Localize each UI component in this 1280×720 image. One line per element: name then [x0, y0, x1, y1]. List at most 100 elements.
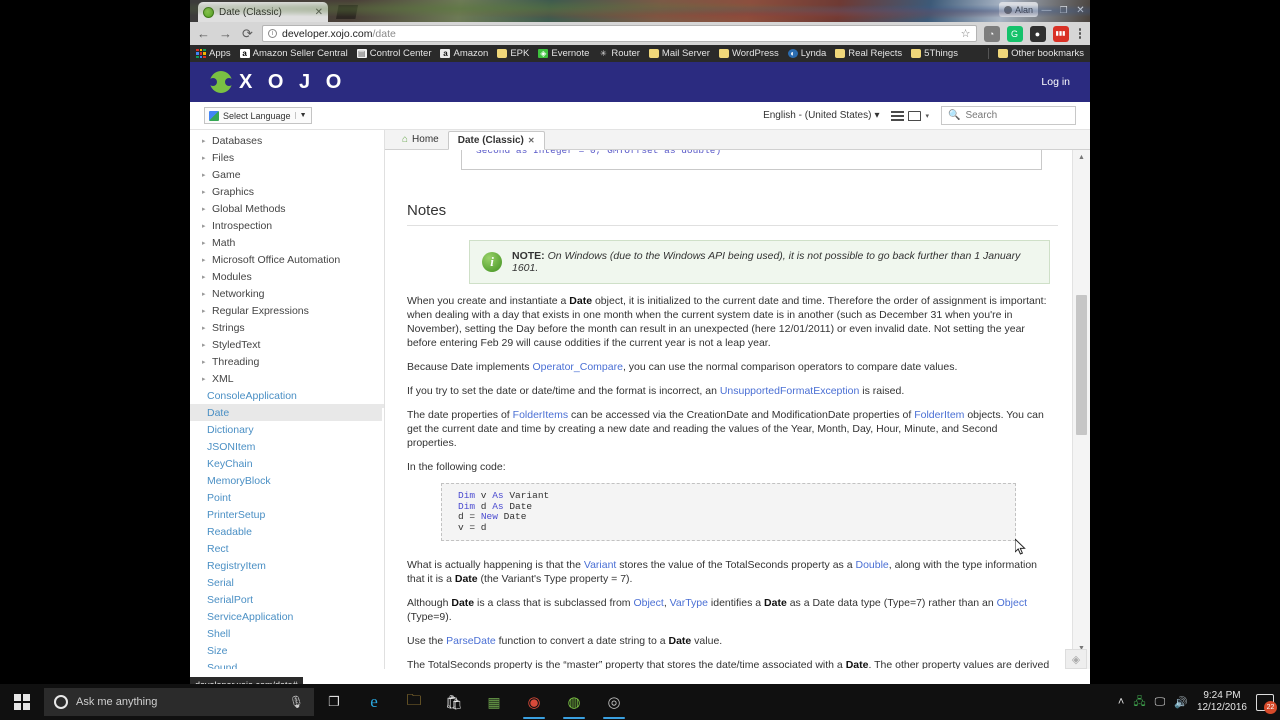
reload-icon[interactable]: ⟳ [240, 26, 255, 41]
cortana-search-input[interactable]: Ask me anything 🎙 [44, 688, 314, 716]
sidebar-item-label: Graphics [212, 185, 255, 198]
address-bar[interactable]: i developer.xojo.com/date ☆ [262, 25, 977, 42]
sidebar-item-rect[interactable]: Rect [190, 540, 384, 557]
microphone-icon[interactable]: 🎙 [289, 695, 304, 709]
sidebar-item-printersetup[interactable]: PrinterSetup [190, 506, 384, 523]
forward-icon[interactable]: → [218, 26, 233, 41]
sidebar-item-regular-expressions[interactable]: ▸ Regular Expressions [190, 302, 384, 319]
close-icon[interactable]: ✕ [528, 136, 535, 145]
bookmark-other-bookmarks[interactable]: Other bookmarks [998, 48, 1084, 59]
display-icon[interactable]: 🖵 [1155, 696, 1166, 709]
chevron-right-icon: ▸ [202, 171, 206, 179]
maximize-button[interactable]: ❐ [1056, 1, 1071, 19]
sidebar-item-consoleapplication[interactable]: ConsoleApplication [190, 387, 384, 404]
bookmark-wordpress[interactable]: WordPress [718, 48, 779, 59]
sidebar-item-serviceapplication[interactable]: ServiceApplication [190, 608, 384, 625]
sidebar-item-size[interactable]: Size [190, 642, 384, 659]
sidebar-item-registryitem[interactable]: RegistryItem [190, 557, 384, 574]
xojo-icon[interactable]: ◍ [554, 684, 594, 720]
chevron-down-icon[interactable]: ▾ [925, 112, 929, 120]
bookmark-router[interactable]: ✳ Router [598, 48, 640, 59]
tab-date-classic[interactable]: Date (Classic) ✕ [447, 131, 545, 150]
grammarly-icon[interactable]: G [1006, 25, 1023, 42]
scrollbar-thumb[interactable] [1076, 295, 1087, 435]
sidebar-item-strings[interactable]: ▸ Strings [190, 319, 384, 336]
sidebar-item-memoryblock[interactable]: MemoryBlock [190, 472, 384, 489]
page-scrollbar[interactable]: ▲ ▼ [1072, 150, 1090, 669]
bookmark-epk[interactable]: EPK [497, 48, 529, 59]
clock[interactable]: 9:24 PM 12/12/2016 [1197, 690, 1247, 714]
chrome-menu-icon[interactable] [1076, 28, 1085, 39]
task-view-icon[interactable]: ❐ [314, 684, 354, 720]
back-to-top-button[interactable]: ◈ [1065, 649, 1087, 669]
sidebar-item-modules[interactable]: ▸ Modules [190, 268, 384, 285]
sidebar-item-introspection[interactable]: ▸ Introspection [190, 217, 384, 234]
close-icon[interactable]: ✕ [315, 7, 323, 18]
bookmark-amazon[interactable]: a Amazon [440, 48, 488, 59]
paragraph: The TotalSeconds property is the “master… [407, 659, 1050, 669]
new-tab-button[interactable] [336, 5, 358, 19]
sidebar-item-game[interactable]: ▸ Game [190, 166, 384, 183]
page-info-icon[interactable]: i [268, 29, 277, 38]
tray-overflow-icon[interactable]: ˄ [1118, 696, 1124, 708]
scroll-up-icon[interactable]: ▲ [1073, 150, 1090, 164]
sidebar-item-global-methods[interactable]: ▸ Global Methods [190, 200, 384, 217]
sidebar-item-math[interactable]: ▸ Math [190, 234, 384, 251]
sidebar-item-dictionary[interactable]: Dictionary [190, 421, 384, 438]
sidebar-item-point[interactable]: Point [190, 489, 384, 506]
current-language-label[interactable]: English - (United States) ▾ [763, 110, 879, 121]
browser-tab[interactable]: Date (Classic) ✕ [198, 2, 328, 22]
sidebar-item-label: Introspection [212, 219, 273, 232]
sidebar-item-sound[interactable]: Sound [190, 659, 384, 670]
action-center-icon[interactable]: 22 [1256, 693, 1277, 714]
search-input[interactable]: 🔍 Search [941, 106, 1076, 125]
sidebar-item-serial[interactable]: Serial [190, 574, 384, 591]
sidebar-item-date[interactable]: Date [190, 404, 384, 421]
select-language-dropdown[interactable]: Select Language ▼ [204, 107, 312, 124]
login-link[interactable]: Log in [1041, 76, 1070, 88]
sidebar-item-styledtext[interactable]: ▸ StyledText [190, 336, 384, 353]
bookmark-mail-server[interactable]: Mail Server [648, 48, 710, 59]
minimize-button[interactable]: — [1039, 1, 1054, 19]
sidebar-item-databases[interactable]: ▸ Databases [190, 132, 384, 149]
list-view-icon[interactable] [891, 110, 905, 121]
chrome-icon[interactable]: ◉ [514, 684, 554, 720]
sidebar-item-networking[interactable]: ▸ Networking [190, 285, 384, 302]
sidebar-item-microsoft-office-automation[interactable]: ▸ Microsoft Office Automation [190, 251, 384, 268]
profile-button[interactable]: Alan [998, 2, 1038, 17]
bookmark-5things[interactable]: 5Things [911, 48, 958, 59]
close-window-button[interactable]: ✕ [1073, 1, 1088, 19]
volume-icon[interactable]: 🔊 [1174, 696, 1188, 709]
evernote-clipper-icon[interactable]: ◔ [983, 25, 1000, 42]
bookmark-amazon-seller-central[interactable]: a Amazon Seller Central [239, 48, 348, 59]
back-icon[interactable]: ← [196, 26, 211, 41]
bookmark-real-rejects[interactable]: Real Rejects [835, 48, 902, 59]
ghostery-icon[interactable]: ● [1029, 25, 1046, 42]
file-explorer-icon[interactable]: 🗀 [394, 684, 434, 720]
sidebar-item-keychain[interactable]: KeyChain [190, 455, 384, 472]
adblock-icon[interactable]: ▮▮▮ [1052, 25, 1069, 42]
bookmark-lynda[interactable]: ◐ Lynda [787, 48, 826, 59]
sidebar-item-readable[interactable]: Readable [190, 523, 384, 540]
edge-icon[interactable]: e [354, 684, 394, 720]
view-options[interactable]: ▾ [891, 110, 929, 121]
start-button[interactable] [0, 684, 44, 720]
sidebar-item-jsonitem[interactable]: JSONItem [190, 438, 384, 455]
bookmark-apps[interactable]: Apps [196, 48, 231, 59]
sidebar-item-threading[interactable]: ▸ Threading [190, 353, 384, 370]
sidebar-item-graphics[interactable]: ▸ Graphics [190, 183, 384, 200]
sidebar-item-files[interactable]: ▸ Files [190, 149, 384, 166]
sidebar-item-shell[interactable]: Shell [190, 625, 384, 642]
store-icon[interactable]: 🛍 [434, 684, 474, 720]
network-icon[interactable]: 🖧 [1133, 693, 1145, 712]
sidebar-item-xml[interactable]: ▸ XML [190, 370, 384, 387]
bookmark-star-icon[interactable]: ☆ [961, 27, 971, 40]
xojo-logo[interactable]: X O J O [209, 71, 346, 94]
sidebar-item-serialport[interactable]: SerialPort [190, 591, 384, 608]
obs-icon[interactable]: ◎ [594, 684, 634, 720]
book-view-icon[interactable] [908, 110, 922, 121]
minecraft-icon[interactable]: ▦ [474, 684, 514, 720]
tab-home[interactable]: ⌂ Home [393, 130, 448, 149]
bookmark-evernote[interactable]: ◈ Evernote [538, 48, 589, 59]
bookmark-control-center[interactable]: ▤ Control Center [356, 48, 431, 59]
